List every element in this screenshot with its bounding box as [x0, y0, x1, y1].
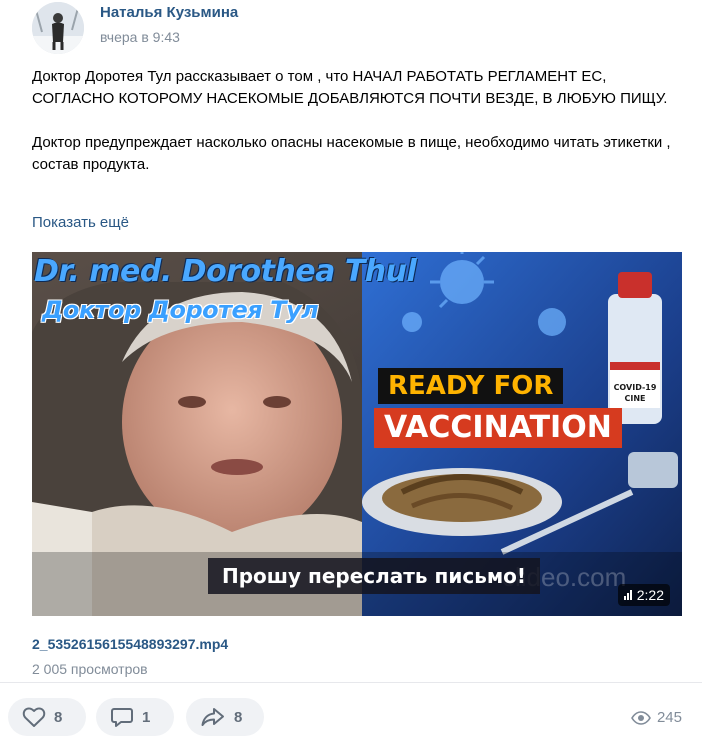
heart-icon: [22, 707, 46, 727]
like-count: 8: [54, 708, 63, 726]
vial-label-line-1: COVID-19: [613, 383, 657, 392]
post-text: Доктор Доротея Тул рассказывает о том , …: [32, 66, 672, 176]
post-views: 245: [631, 709, 682, 726]
comment-count: 1: [142, 708, 151, 726]
vial-label-line-2: CINE: [624, 394, 646, 403]
comment-icon: [111, 708, 133, 727]
divider: [0, 682, 702, 683]
vaccination-label: VACCINATION: [374, 408, 622, 448]
author-name[interactable]: Наталья Кузьмина: [100, 4, 238, 21]
share-count: 8: [234, 708, 243, 726]
post-paragraph-2: Доктор предупреждает насколько опасны на…: [32, 134, 671, 173]
like-button[interactable]: 8: [8, 698, 86, 736]
comment-button[interactable]: 1: [96, 698, 174, 736]
video-player[interactable]: Dr. med. Dorothea Thul Доктор Доротея Ту…: [32, 252, 682, 616]
post-views-count: 245: [656, 709, 682, 726]
share-button[interactable]: 8: [186, 698, 264, 736]
video-file-name[interactable]: 2_5352615615548893297.mp4: [32, 636, 228, 652]
author-avatar[interactable]: [32, 2, 84, 54]
video-views: 2 005 просмотров: [32, 661, 148, 677]
show-more-link[interactable]: Показать ещё: [32, 214, 129, 231]
video-subtitle: Прошу переслать письмо!: [208, 558, 541, 594]
post-paragraph-1: Доктор Доротея Тул рассказывает о том , …: [32, 68, 668, 107]
video-duration: 2:22: [636, 587, 664, 603]
vial-label: COVID-19 CINE: [610, 382, 660, 404]
video-title-ru: Доктор Доротея Тул: [42, 296, 319, 324]
signal-bars-icon: [623, 590, 632, 600]
ready-for-label: READY FOR: [378, 368, 564, 404]
share-arrow-icon: [201, 708, 224, 726]
eye-icon: [631, 710, 651, 725]
video-title-en: Dr. med. Dorothea Thul: [34, 254, 417, 289]
video-duration-badge: 2:22: [617, 584, 670, 606]
post-time[interactable]: вчера в 9:43: [100, 29, 180, 45]
